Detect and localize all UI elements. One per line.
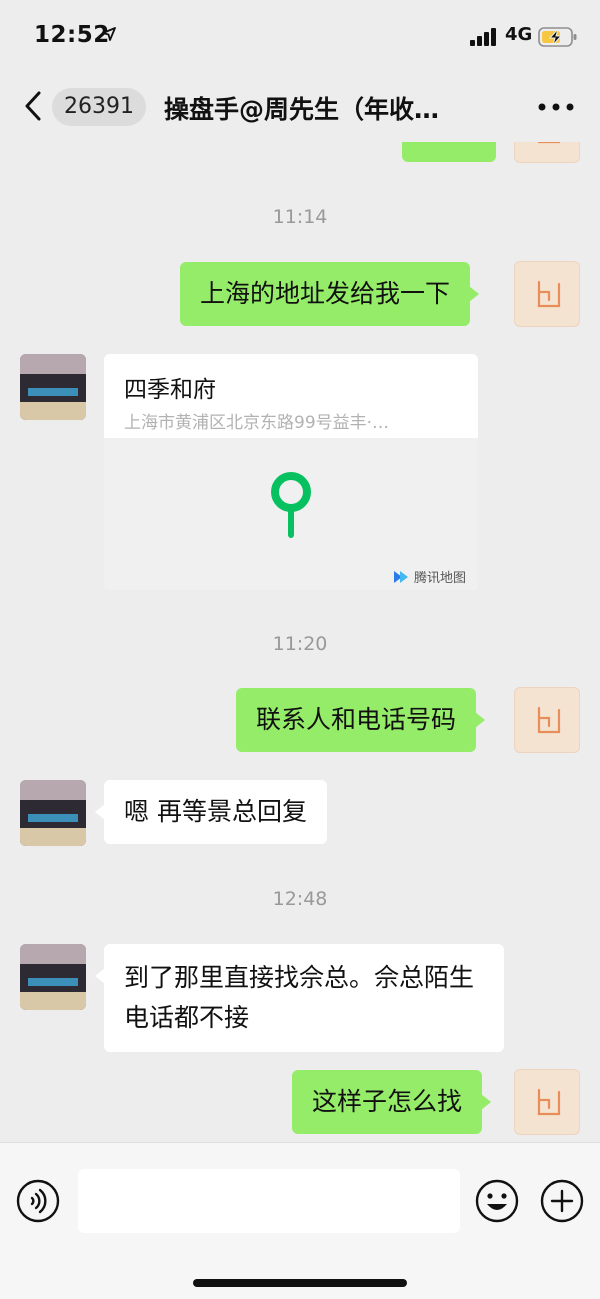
location-arrow-icon xyxy=(102,27,116,41)
message-bubble[interactable]: 联系人和电话号码 xyxy=(236,688,486,752)
avatar-self[interactable] xyxy=(514,687,580,753)
location-address: 上海市黄浦区北京东路99号益丰·… xyxy=(124,413,390,433)
emoji-icon[interactable] xyxy=(474,1178,520,1224)
avatar-contact[interactable] xyxy=(20,944,86,1010)
location-card[interactable]: 四季和府 上海市黄浦区北京东路99号益丰·… 腾讯地图 xyxy=(104,354,478,590)
message-bubble[interactable]: 到了那里直接找佘总。佘总陌生电话都不接 xyxy=(95,944,504,1052)
avatar-self[interactable] xyxy=(514,1069,580,1135)
unread-count-badge[interactable]: 26391 xyxy=(52,88,146,126)
avatar-contact[interactable] xyxy=(20,780,86,846)
avatar-self[interactable] xyxy=(514,142,580,163)
chat-title: 操盘手@周先生（年收… xyxy=(164,95,440,124)
chat-header: 26391 操盘手@周先生（年收… xyxy=(0,72,600,142)
map-provider-logo: 腾讯地图 xyxy=(392,566,472,588)
message-bubble[interactable]: 嗯 再等景总回复 xyxy=(95,780,327,844)
back-chevron-icon[interactable] xyxy=(22,90,44,122)
tencent-map-logo-icon xyxy=(394,571,408,583)
map-provider-name: 腾讯地图 xyxy=(414,571,467,586)
message-bubble[interactable]: 这样子怎么找 xyxy=(292,1070,492,1134)
signal-bars-icon xyxy=(470,28,496,46)
more-dots-icon[interactable] xyxy=(536,100,576,114)
message-input[interactable] xyxy=(78,1169,460,1233)
location-map[interactable]: 腾讯地图 xyxy=(104,438,478,590)
status-time: 12:52 xyxy=(34,22,110,48)
battery-charging-icon xyxy=(538,27,577,47)
map-pin-icon xyxy=(271,472,311,538)
network-label: 4G xyxy=(505,24,533,45)
voice-icon[interactable] xyxy=(16,1179,60,1223)
input-toolbar xyxy=(0,1142,600,1299)
message-list[interactable]: 11:14 上海的地址发给我一下 四季和府 上海市黄浦区北京东路99号益丰·… xyxy=(0,142,600,1142)
timestamp: 12:48 xyxy=(272,888,328,910)
avatar-contact[interactable] xyxy=(20,354,86,420)
location-name: 四季和府 xyxy=(124,377,216,403)
avatar-self[interactable] xyxy=(514,261,580,327)
status-bar: 12:52 4G xyxy=(0,0,600,72)
timestamp: 11:14 xyxy=(272,206,328,228)
message-bubble[interactable]: 上海的地址发给我一下 xyxy=(180,262,480,326)
plus-icon[interactable] xyxy=(539,1178,585,1224)
home-indicator[interactable] xyxy=(193,1279,407,1287)
message-bubble-cut-off[interactable] xyxy=(402,142,496,162)
timestamp: 11:20 xyxy=(272,633,328,655)
